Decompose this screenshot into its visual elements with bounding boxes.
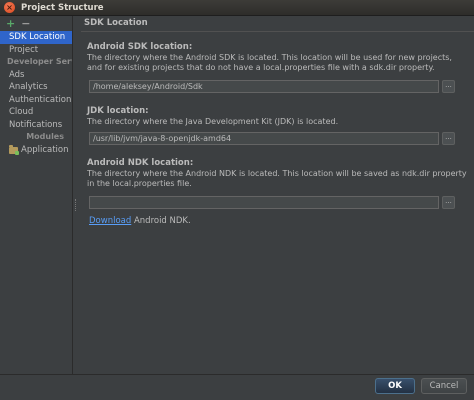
android-sdk-label: Android SDK location:	[87, 42, 193, 52]
window-title: Project Structure	[21, 2, 104, 13]
download-ndk-line: Download Android NDK.	[89, 216, 191, 226]
developer-services-header: Developer Services	[7, 57, 72, 66]
android-sdk-description: The directory where the Android SDK is l…	[87, 53, 452, 72]
sidebar-item-analytics[interactable]: Analytics	[0, 81, 72, 94]
android-sdk-section: Android SDK location: The directory wher…	[87, 42, 467, 72]
sidebar-item-authentication[interactable]: Authentication	[0, 94, 72, 107]
android-ndk-path-field[interactable]	[89, 196, 439, 209]
splitter-grip-icon[interactable]	[75, 199, 77, 211]
download-ndk-suffix: Android NDK.	[131, 216, 191, 226]
android-ndk-label: Android NDK location:	[87, 158, 194, 168]
content-panel: SDK Location Android SDK location: The d…	[81, 16, 474, 374]
module-label: Application	[21, 144, 69, 155]
remove-icon[interactable]: −	[21, 18, 30, 29]
android-ndk-section: Android NDK location: The directory wher…	[87, 158, 467, 188]
jdk-description: The directory where the Java Development…	[87, 117, 339, 126]
jdk-browse-button[interactable]: ...	[442, 132, 455, 145]
ok-button[interactable]: OK	[375, 378, 415, 394]
jdk-path-field[interactable]: /usr/lib/jvm/java-8-openjdk-amd64	[89, 132, 439, 145]
sidebar-item-cloud[interactable]: Cloud	[0, 106, 72, 119]
title-bar: × Project Structure	[0, 0, 474, 16]
module-folder-icon	[9, 144, 19, 155]
close-window-button[interactable]: ×	[4, 2, 15, 13]
page-title: SDK Location	[84, 18, 148, 28]
jdk-label: JDK location:	[87, 106, 149, 116]
add-icon[interactable]: +	[6, 18, 15, 29]
title-divider	[81, 31, 474, 32]
android-sdk-browse-button[interactable]: ...	[442, 80, 455, 93]
sidebar: + − SDK Location Project Developer Servi…	[0, 16, 73, 374]
sidebar-item-notifications[interactable]: Notifications	[0, 119, 72, 132]
sidebar-toolbar: + −	[0, 16, 72, 31]
download-ndk-link[interactable]: Download	[89, 216, 131, 226]
dialog-footer: OK Cancel	[0, 375, 474, 400]
sidebar-item-project[interactable]: Project	[0, 44, 72, 57]
android-ndk-browse-button[interactable]: ...	[442, 196, 455, 209]
android-sdk-path-field[interactable]: /home/aleksey/Android/Sdk	[89, 80, 439, 93]
sidebar-item-sdk-location[interactable]: SDK Location	[0, 31, 72, 44]
sidebar-item-application[interactable]: Application	[0, 144, 72, 157]
android-ndk-description: The directory where the Android NDK is l…	[87, 169, 467, 188]
splitter[interactable]	[73, 16, 81, 374]
modules-header: Modules	[26, 132, 64, 141]
cancel-button[interactable]: Cancel	[421, 378, 467, 394]
sidebar-item-ads[interactable]: Ads	[0, 69, 72, 82]
jdk-section: JDK location: The directory where the Ja…	[87, 106, 467, 127]
